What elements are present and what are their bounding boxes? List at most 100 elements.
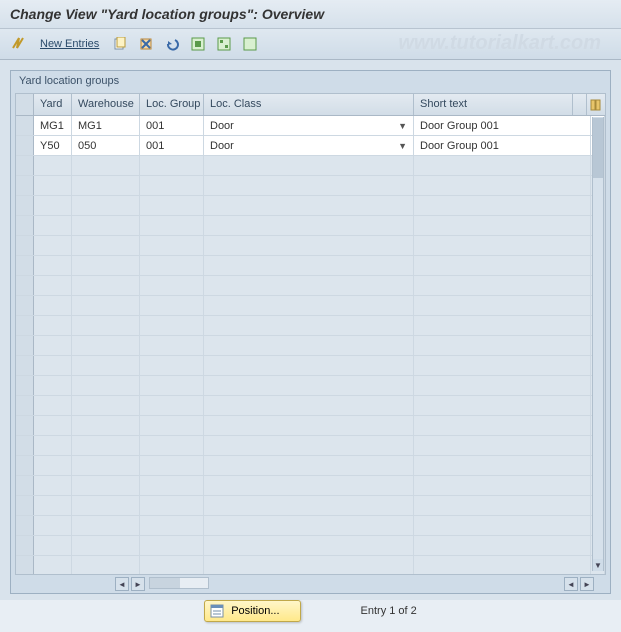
cell-yard	[34, 476, 72, 495]
col-loc-class[interactable]: Loc. Class	[204, 94, 414, 115]
cell-yard	[34, 456, 72, 475]
table-row	[16, 236, 605, 256]
cell-loc-group[interactable]: 001	[140, 136, 204, 155]
scroll-right-icon[interactable]: ►	[131, 577, 145, 591]
configure-columns-icon[interactable]	[587, 94, 605, 115]
row-selector[interactable]	[16, 476, 34, 495]
cell-warehouse	[72, 196, 140, 215]
select-all-icon[interactable]	[187, 33, 209, 55]
row-selector[interactable]	[16, 176, 34, 195]
cell-short-text	[414, 316, 591, 335]
cell-yard	[34, 336, 72, 355]
chevron-down-icon[interactable]: ▼	[398, 121, 407, 131]
cell-short-text[interactable]: Door Group 001	[414, 136, 591, 155]
cell-warehouse	[72, 536, 140, 555]
cell-loc-class	[204, 236, 414, 255]
col-loc-group[interactable]: Loc. Group	[140, 94, 204, 115]
row-selector[interactable]	[16, 136, 34, 155]
row-selector[interactable]	[16, 316, 34, 335]
vertical-scrollbar[interactable]: ▲ ▼	[592, 117, 604, 571]
row-selector[interactable]	[16, 456, 34, 475]
table-row	[16, 416, 605, 436]
row-selector[interactable]	[16, 396, 34, 415]
row-selector[interactable]	[16, 276, 34, 295]
cell-loc-class	[204, 296, 414, 315]
cell-yard	[34, 496, 72, 515]
select-block-icon[interactable]	[213, 33, 235, 55]
cell-loc-class	[204, 556, 414, 575]
row-selector[interactable]	[16, 376, 34, 395]
cell-loc-group	[140, 476, 204, 495]
cell-warehouse[interactable]: 050	[72, 136, 140, 155]
delete-icon[interactable]	[135, 33, 157, 55]
cell-short-text	[414, 236, 591, 255]
entry-counter: Entry 1 of 2	[361, 605, 417, 617]
cell-warehouse	[72, 156, 140, 175]
cell-loc-class[interactable]: Door▼	[204, 136, 414, 155]
scroll-left-icon[interactable]: ◄	[115, 577, 129, 591]
row-selector[interactable]	[16, 496, 34, 515]
cell-yard	[34, 216, 72, 235]
cell-short-text	[414, 476, 591, 495]
cell-short-text[interactable]: Door Group 001	[414, 116, 591, 135]
select-all-column[interactable]	[16, 94, 34, 115]
row-selector[interactable]	[16, 436, 34, 455]
col-extra[interactable]	[573, 94, 587, 115]
cell-loc-group	[140, 556, 204, 575]
cell-loc-group	[140, 396, 204, 415]
scroll-down-icon[interactable]: ▼	[593, 559, 603, 571]
scroll-left-icon-2[interactable]: ◄	[564, 577, 578, 591]
row-selector[interactable]	[16, 216, 34, 235]
cell-loc-class	[204, 456, 414, 475]
grid: Yard Warehouse Loc. Group Loc. Class Sho…	[15, 93, 606, 575]
cell-warehouse	[72, 356, 140, 375]
row-selector[interactable]	[16, 116, 34, 135]
cell-warehouse	[72, 376, 140, 395]
scroll-thumb-vertical[interactable]	[593, 118, 603, 178]
cell-loc-group	[140, 236, 204, 255]
col-warehouse[interactable]: Warehouse	[72, 94, 140, 115]
position-button[interactable]: Position...	[204, 600, 300, 622]
cell-loc-group[interactable]: 001	[140, 116, 204, 135]
row-selector[interactable]	[16, 556, 34, 575]
cell-loc-class	[204, 436, 414, 455]
col-yard[interactable]: Yard	[34, 94, 72, 115]
cell-loc-class	[204, 336, 414, 355]
cell-loc-group	[140, 256, 204, 275]
cell-yard[interactable]: Y50	[34, 136, 72, 155]
scroll-right-icon-2[interactable]: ►	[580, 577, 594, 591]
row-selector[interactable]	[16, 256, 34, 275]
cell-warehouse[interactable]: MG1	[72, 116, 140, 135]
cell-loc-class[interactable]: Door▼	[204, 116, 414, 135]
scroll-thumb-left[interactable]	[150, 578, 180, 588]
col-short-text[interactable]: Short text	[414, 94, 573, 115]
row-selector[interactable]	[16, 296, 34, 315]
cell-short-text	[414, 396, 591, 415]
table-row[interactable]: Y50050001Door▼Door Group 001D	[16, 136, 605, 156]
row-selector[interactable]	[16, 516, 34, 535]
cell-short-text	[414, 416, 591, 435]
cell-short-text	[414, 156, 591, 175]
table-row	[16, 556, 605, 575]
row-selector[interactable]	[16, 156, 34, 175]
toggle-icon[interactable]	[8, 33, 30, 55]
table-row	[16, 256, 605, 276]
chevron-down-icon[interactable]: ▼	[398, 141, 407, 151]
row-selector[interactable]	[16, 336, 34, 355]
cell-yard[interactable]: MG1	[34, 116, 72, 135]
deselect-all-icon[interactable]	[239, 33, 261, 55]
cell-yard	[34, 156, 72, 175]
scroll-track-left[interactable]	[149, 577, 209, 589]
row-selector[interactable]	[16, 196, 34, 215]
cell-loc-class	[204, 416, 414, 435]
cell-loc-class	[204, 316, 414, 335]
row-selector[interactable]	[16, 356, 34, 375]
row-selector[interactable]	[16, 536, 34, 555]
row-selector[interactable]	[16, 416, 34, 435]
table-row[interactable]: MG1MG1001Door▼Door Group 001D	[16, 116, 605, 136]
undo-icon[interactable]	[161, 33, 183, 55]
row-selector[interactable]	[16, 236, 34, 255]
copy-icon[interactable]	[109, 33, 131, 55]
cell-loc-group	[140, 536, 204, 555]
new-entries-button[interactable]: New Entries	[34, 38, 105, 50]
